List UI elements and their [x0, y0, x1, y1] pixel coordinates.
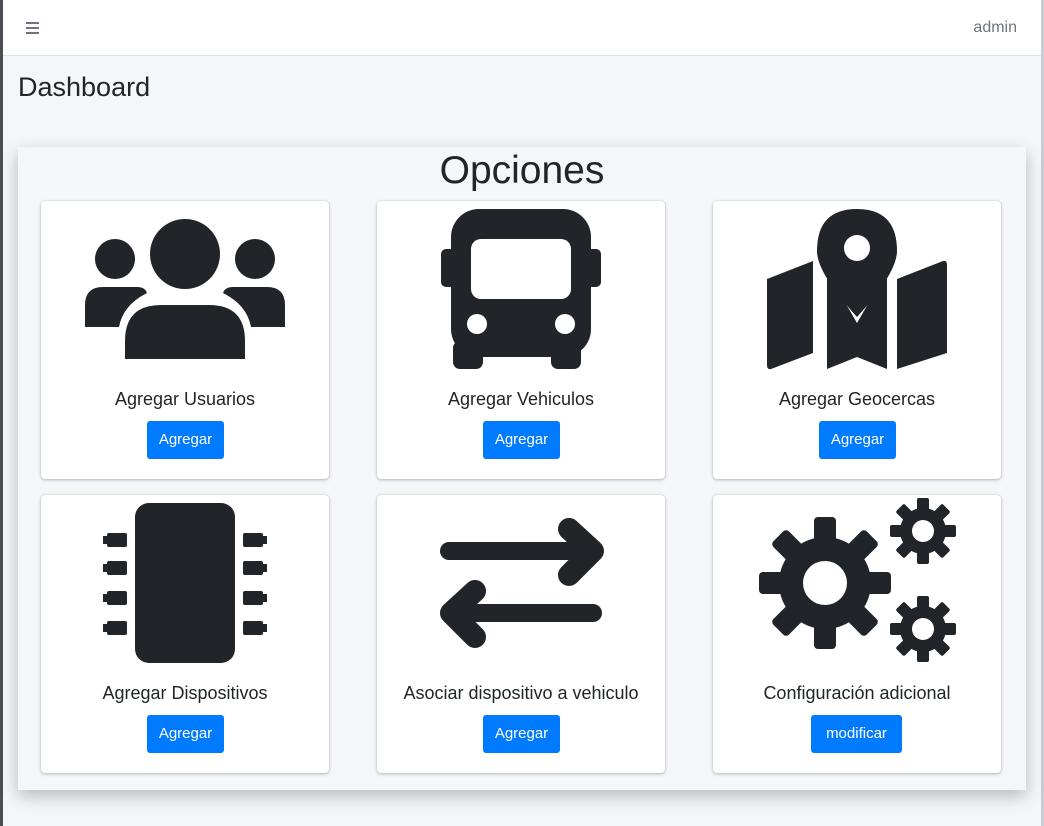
card-configuracion-adicional: Configuración adicional modificar	[713, 495, 1001, 773]
modificar-button[interactable]: modificar	[811, 715, 902, 753]
agregar-dispositivos-button[interactable]: Agregar	[147, 715, 224, 753]
card-agregar-dispositivos: Agregar Dispositivos Agregar	[41, 495, 329, 773]
card-asociar-dispositivo: Asociar dispositivo a vehiculo Agregar	[377, 495, 665, 773]
bus-icon	[377, 201, 665, 381]
cogs-icon	[713, 495, 1001, 675]
card-label: Asociar dispositivo a vehiculo	[403, 683, 639, 703]
agregar-vehiculos-button[interactable]: Agregar	[483, 421, 560, 459]
users-icon	[41, 201, 329, 381]
panel-title: Opciones	[439, 149, 605, 192]
user-menu[interactable]: admin	[973, 19, 1017, 37]
card-agregar-usuarios: Agregar Usuarios Agregar	[41, 201, 329, 479]
card-agregar-vehiculos: Agregar Vehiculos Agregar	[377, 201, 665, 479]
window-left-edge	[0, 0, 3, 826]
card-label: Agregar Geocercas	[778, 389, 936, 409]
options-panel: Opciones Agregar Usuarios Agregar Agrega…	[18, 147, 1026, 790]
agregar-geocercas-button[interactable]: Agregar	[819, 421, 896, 459]
agregar-usuarios-button[interactable]: Agregar	[147, 421, 224, 459]
card-label: Agregar Dispositivos	[102, 683, 268, 703]
exchange-arrows-icon	[377, 495, 665, 675]
map-location-icon	[713, 201, 1001, 381]
top-navbar: admin	[3, 0, 1041, 56]
card-agregar-geocercas: Agregar Geocercas Agregar	[713, 201, 1001, 479]
asociar-dispositivo-button[interactable]: Agregar	[483, 715, 560, 753]
card-label: Agregar Vehiculos	[447, 389, 595, 409]
card-label: Agregar Usuarios	[114, 389, 256, 409]
bars-icon[interactable]	[23, 16, 45, 38]
page-title: Dashboard	[18, 72, 151, 102]
microchip-icon	[41, 495, 329, 675]
card-label: Configuración adicional	[763, 683, 951, 703]
